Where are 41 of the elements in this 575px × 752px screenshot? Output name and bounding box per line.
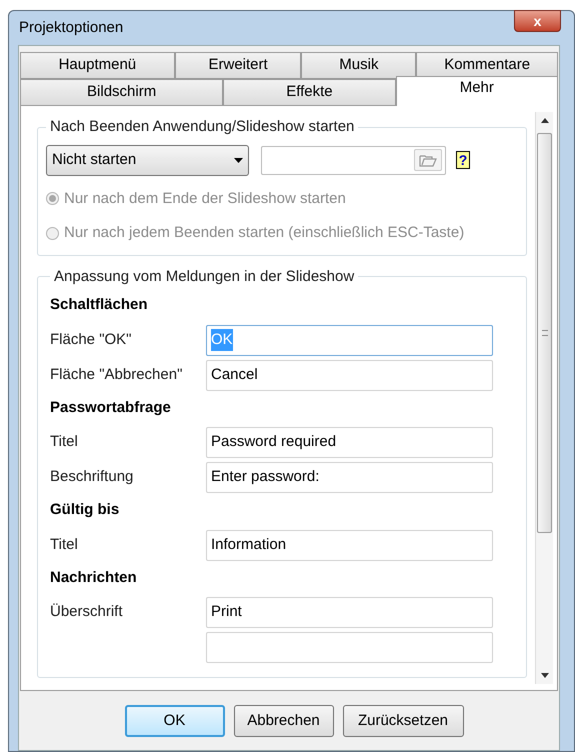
field-label: Titel xyxy=(50,432,79,452)
section-heading: Schaltflächen xyxy=(50,295,149,315)
section-heading: Passwortabfrage xyxy=(50,398,172,418)
path-field[interactable] xyxy=(261,146,446,174)
folder-button[interactable] xyxy=(414,149,442,171)
field-label: Beschriftung xyxy=(50,467,134,488)
input-field[interactable]: Print xyxy=(206,597,493,628)
radio-label: Nur nach jedem Beenden starten (einschließlich ESC-Taste) xyxy=(64,223,464,243)
field-label: Überschrift xyxy=(50,602,124,622)
section-heading: Nachrichten xyxy=(50,568,138,588)
input-field[interactable]: Enter password: xyxy=(206,462,493,493)
scroll-down-icon[interactable] xyxy=(540,673,548,678)
close-button[interactable]: x xyxy=(514,10,561,32)
group-title: Anpassung vom Meldungen in der Slideshow xyxy=(53,266,356,286)
dialog-button[interactable]: Zurücksetzen xyxy=(342,705,464,737)
tab[interactable]: Effekte xyxy=(223,79,396,106)
dialog-button[interactable]: Abbrechen xyxy=(234,705,334,737)
tab[interactable]: Hauptmenü xyxy=(20,52,175,79)
tab[interactable]: Erweitert xyxy=(174,52,302,79)
scrollbar[interactable] xyxy=(535,112,553,684)
help-icon[interactable]: ? xyxy=(456,151,470,169)
field-label: Fläche "Abbrechen" xyxy=(50,364,184,385)
input-field[interactable]: Password required xyxy=(206,427,493,458)
radio-label: Nur nach dem Ende der Slideshow starten xyxy=(64,188,346,208)
field-label: Fläche "OK" xyxy=(50,330,133,350)
input-field[interactable]: Information xyxy=(206,530,493,560)
field-label: Titel xyxy=(50,534,79,555)
tab[interactable]: Musik xyxy=(301,52,416,79)
dropdown[interactable]: Nicht starten xyxy=(46,144,249,176)
input-field[interactable] xyxy=(206,632,493,663)
dialog-button[interactable]: OK xyxy=(124,705,224,737)
group-title: Nach Beenden Anwendung/Slideshow starten xyxy=(49,117,356,137)
folder-icon xyxy=(419,153,437,167)
scroll-up-icon[interactable] xyxy=(540,118,548,123)
scrollbar-thumb[interactable] xyxy=(537,133,552,533)
tab[interactable]: Bildschirm xyxy=(20,79,224,106)
section-heading: Gültig bis xyxy=(50,500,120,520)
input-field[interactable]: Cancel xyxy=(206,360,493,390)
tab[interactable]: Mehr xyxy=(396,76,558,106)
caret-icon xyxy=(234,158,243,162)
window-title: Projektoptionen xyxy=(19,18,124,38)
